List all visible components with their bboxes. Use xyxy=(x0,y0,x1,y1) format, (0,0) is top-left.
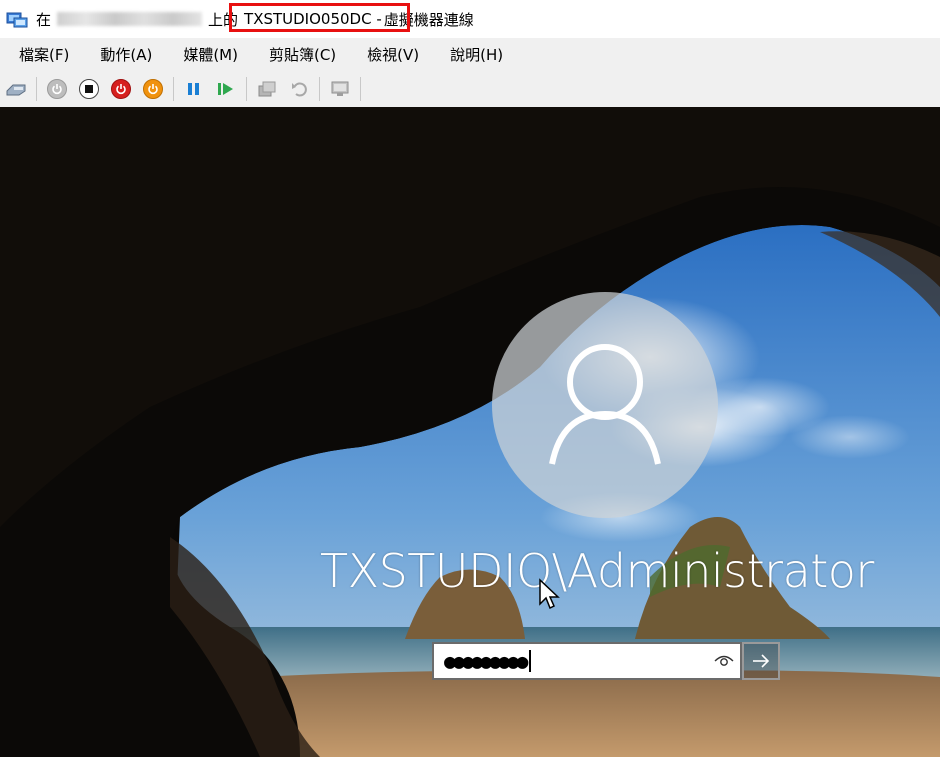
save-icon[interactable] xyxy=(141,77,165,101)
window-titlebar: 在 上的 TXSTUDIO050DC - 虛擬機器連線 xyxy=(0,0,940,38)
menu-bar: 檔案(F) 動作(A) 媒體(M) 剪貼簿(C) 檢視(V) 說明(H) xyxy=(0,38,940,71)
toolbar-separator xyxy=(36,77,37,101)
user-avatar xyxy=(492,292,718,518)
vm-name-highlight-box xyxy=(229,3,410,32)
revert-icon[interactable] xyxy=(287,77,311,101)
menu-view[interactable]: 檢視(V) xyxy=(354,44,432,65)
menu-clipboard[interactable]: 剪貼簿(C) xyxy=(256,44,349,65)
title-host-redacted xyxy=(57,12,203,26)
arrow-right-icon xyxy=(753,654,770,668)
password-value: ●●●●●●●●● xyxy=(444,649,528,673)
toolbar xyxy=(0,71,940,108)
vm-connection-app-icon xyxy=(6,10,28,28)
resume-icon[interactable] xyxy=(214,77,238,101)
shut-down-icon[interactable] xyxy=(109,77,133,101)
toolbar-separator xyxy=(319,77,320,101)
eye-icon[interactable] xyxy=(714,652,734,670)
menu-media[interactable]: 媒體(M) xyxy=(170,44,251,65)
menu-file[interactable]: 檔案(F) xyxy=(6,44,82,65)
toolbar-separator xyxy=(173,77,174,101)
toolbar-separator xyxy=(246,77,247,101)
vm-display[interactable]: TXSTUDIO\Administrator ●●●●●●●●● xyxy=(0,107,940,757)
user-icon xyxy=(549,344,661,465)
pause-icon[interactable] xyxy=(182,77,206,101)
menu-action[interactable]: 動作(A) xyxy=(87,44,165,65)
password-field[interactable]: ●●●●●●●●● xyxy=(432,642,742,680)
mouse-pointer-icon xyxy=(539,578,560,610)
text-caret xyxy=(529,650,532,672)
title-prefix: 在 xyxy=(36,10,52,29)
enhanced-session-icon[interactable] xyxy=(328,77,352,101)
checkpoint-icon[interactable] xyxy=(255,77,279,101)
menu-help[interactable]: 說明(H) xyxy=(437,44,516,65)
ctrl-alt-del-icon[interactable] xyxy=(4,77,28,101)
username-label: TXSTUDIO\Administrator xyxy=(320,544,874,598)
turn-off-icon[interactable] xyxy=(77,77,101,101)
submit-button[interactable] xyxy=(742,642,780,680)
start-icon[interactable] xyxy=(45,77,69,101)
toolbar-separator xyxy=(360,77,361,101)
